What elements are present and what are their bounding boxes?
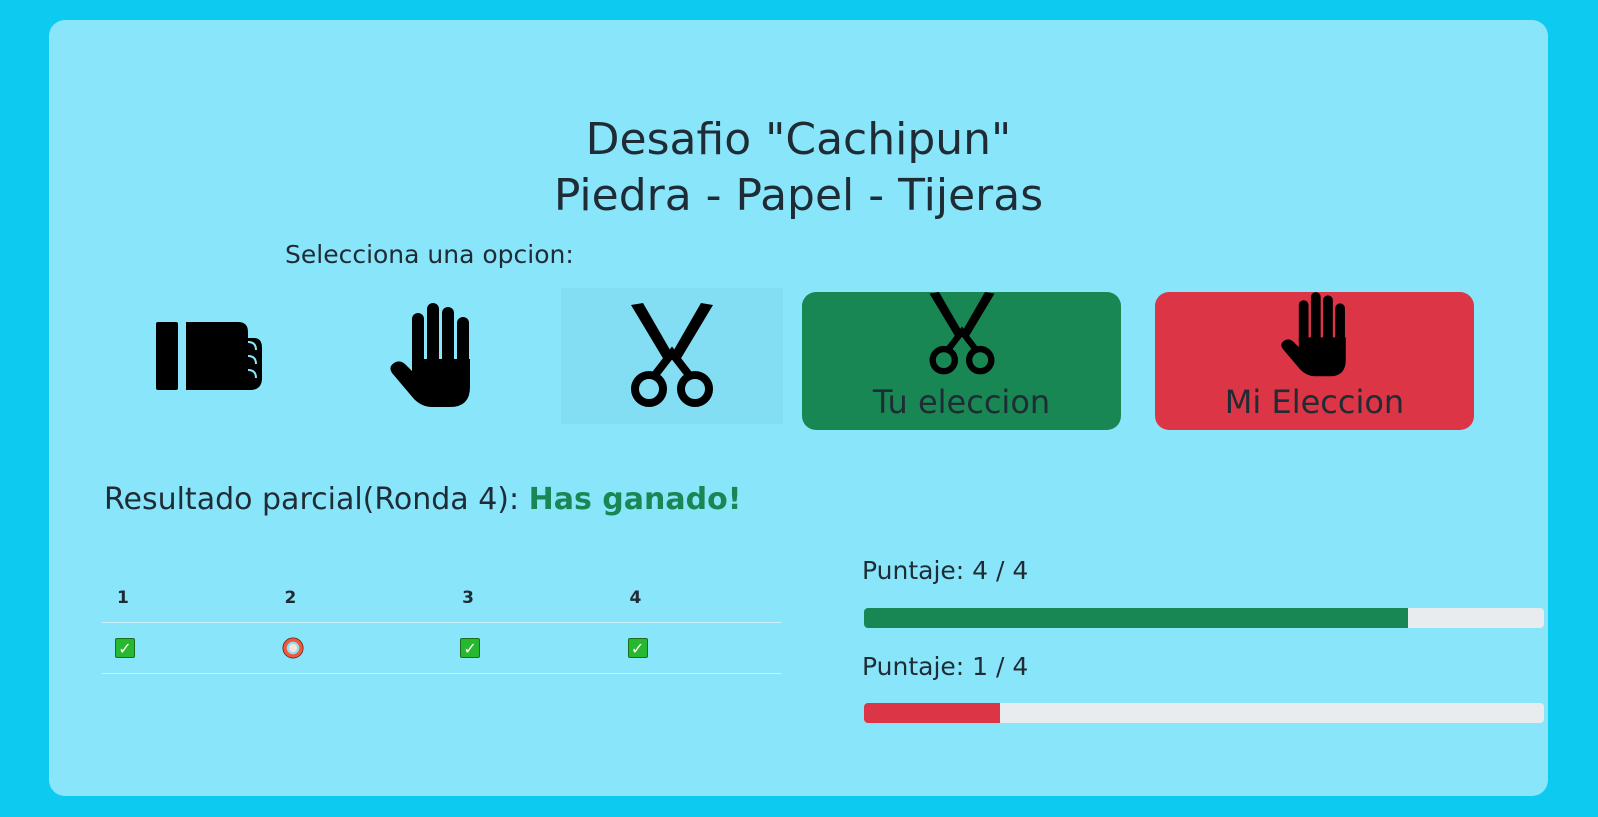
scissors-icon [631,303,713,407]
round-cell [269,622,448,674]
player-choice-box: Tu eleccion [802,292,1121,430]
player-score-fill [864,608,1408,628]
partial-result-status: Has ganado! [528,482,742,517]
rounds-table: 1 2 3 4 ✓ ✓ ✓ [102,574,782,674]
computer-score-label: Puntaje: 1 / 4 [862,652,1029,681]
page-title: Desafio "Cachipun" Piedra - Papel - Tije… [49,112,1548,224]
round-cell: ✓ [447,622,615,674]
player-choice-label: Tu eleccion [872,383,1051,421]
round-cell: ✓ [614,622,782,674]
rounds-result-row: ✓ ✓ ✓ [102,622,782,674]
rounds-header-row: 1 2 3 4 [102,574,782,623]
round-header: 1 [102,574,270,623]
title-line-1: Desafio "Cachipun" [585,114,1012,165]
computer-choice-label: Mi Eleccion [1224,383,1405,421]
check-icon: ✓ [460,638,481,659]
computer-choice-box: Mi Eleccion [1155,292,1474,430]
player-score-bar [864,608,1544,628]
option-piedra[interactable] [99,288,321,424]
round-header: 2 [269,574,448,623]
game-card: Desafio "Cachipun" Piedra - Papel - Tije… [49,20,1548,796]
partial-result: Resultado parcial(Ronda 4): Has ganado! [104,482,741,517]
player-score-label: Puntaje: 4 / 4 [862,556,1029,585]
option-tijeras[interactable] [561,288,783,424]
hand-icon [390,303,470,407]
round-cell: ✓ [102,622,270,674]
check-icon: ✓ [115,638,135,659]
round-header: 3 [447,574,615,623]
partial-result-prefix: Resultado parcial(Ronda 4): [104,482,520,517]
fist-icon [156,322,262,390]
title-line-2: Piedra - Papel - Tijeras [553,170,1044,221]
hand-icon [1280,292,1346,377]
check-icon: ✓ [627,638,648,659]
computer-score-bar [864,703,1544,723]
scissors-icon [929,292,994,375]
round-header: 4 [614,574,782,623]
ring-icon [282,637,304,659]
select-prompt: Selecciona una opcion: [285,240,574,269]
computer-score-fill [864,703,1000,723]
option-papel[interactable] [321,288,543,424]
